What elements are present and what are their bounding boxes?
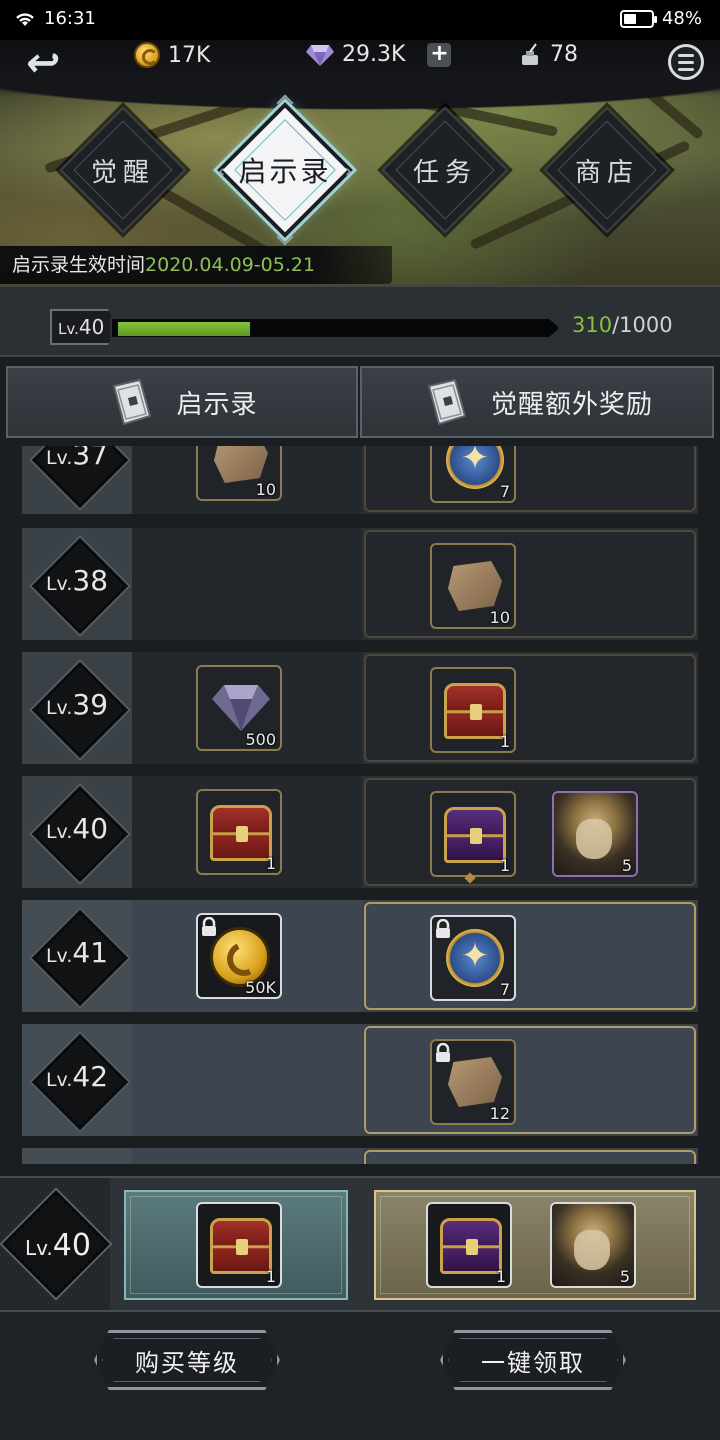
gold-coin-icon (134, 42, 160, 68)
row-level: Lv.38 (45, 564, 109, 597)
xp-text: 310/1000 (572, 313, 673, 337)
reward-item-scroll[interactable]: 12 (430, 1039, 516, 1125)
current-free-reward: 1 (124, 1190, 348, 1300)
current-reward-strip: Lv.40 1 1 5 (0, 1176, 720, 1312)
reward-row-lv41: Lv.41 50K 7 (22, 900, 698, 1012)
add-diamond-button[interactable]: + (427, 42, 452, 67)
diamond-icon (306, 43, 334, 67)
tab-bar: 觉醒 ‹ › 启示录 任务 商店 (0, 94, 720, 246)
purple-chest-icon (440, 1218, 502, 1274)
clock: 16:31 (44, 8, 96, 29)
ink-counter: 78 (518, 42, 578, 67)
premium-column-header: 觉醒额外奖励 (360, 366, 714, 438)
reward-item-hero[interactable]: 5 (550, 1202, 636, 1288)
reward-item-scroll[interactable]: 10 (430, 543, 516, 629)
reward-item-chest[interactable]: 1 (426, 1202, 512, 1288)
book-icon (113, 378, 152, 426)
compass-icon (446, 929, 504, 987)
row-level: Lv.41 (45, 936, 109, 969)
reward-item-scroll[interactable]: 10 (196, 446, 282, 501)
reward-item-compass[interactable]: 7 (430, 446, 516, 503)
reward-row-next (22, 1148, 698, 1164)
reward-item-gold[interactable]: 50K (196, 913, 282, 999)
scroll-icon (214, 446, 268, 483)
reward-item-chest[interactable]: 1 (196, 789, 282, 875)
validity-dates: 2020.04.09-05.21 (145, 254, 316, 276)
row-level: Lv.40 (45, 812, 109, 845)
tab-label: 任务 (412, 157, 477, 188)
current-premium-reward: 1 5 (374, 1190, 696, 1300)
lock-icon (436, 1043, 450, 1062)
free-column-header: 启示录 (6, 366, 358, 438)
reward-row-lv37: Lv.37 10 7 (22, 446, 698, 514)
red-chest-icon (210, 1218, 272, 1274)
row-level: Lv.42 (45, 1060, 109, 1093)
gold-amount: 17K (168, 42, 211, 68)
current-level-badge: Lv.40 (50, 309, 116, 345)
lock-icon (436, 919, 450, 938)
compass-icon (446, 446, 504, 489)
xp-bar (110, 317, 560, 339)
tab-awaken[interactable]: 觉醒 (48, 95, 198, 245)
battery-percent: 48% (661, 8, 702, 29)
scroll-icon (448, 1057, 502, 1107)
red-chest-icon (210, 805, 272, 861)
red-chest-icon (444, 683, 506, 739)
claim-all-button[interactable]: 一键领取 (440, 1330, 626, 1390)
premium-column-title: 觉醒额外奖励 (490, 389, 653, 420)
purple-chest-icon (444, 807, 506, 863)
event-validity: 启示录生效时间2020.04.09-05.21 (0, 246, 392, 284)
xp-bar-fill (118, 322, 251, 336)
battery-icon (619, 9, 657, 28)
reward-item-chest[interactable]: 1 (430, 791, 516, 877)
level-progress: Lv.40 310/1000 (0, 285, 720, 357)
xp-current: 310 (572, 313, 613, 337)
current-level: Lv.40 (25, 1228, 91, 1263)
reward-row-lv40: Lv.40 1 1 5 (22, 776, 698, 888)
reward-item-compass[interactable]: 7 (430, 915, 516, 1001)
diamond-amount: 29.3K (342, 42, 406, 67)
reward-item-chest[interactable]: 1 (196, 1202, 282, 1288)
scroll-icon (448, 561, 502, 611)
diamond-counter: 29.3K + (306, 42, 452, 67)
status-bar: 16:31 48% (0, 0, 720, 40)
tab-tasks[interactable]: 任务 (370, 95, 520, 245)
lock-icon (202, 917, 216, 936)
validity-label: 启示录生效时间 (12, 254, 146, 276)
tab-label: 启示录 (238, 155, 332, 188)
back-arrow-icon[interactable]: ↩ (16, 40, 70, 86)
free-column-title: 启示录 (176, 389, 258, 420)
xp-max: /1000 (612, 313, 673, 337)
footer: 购买等级 一键领取 (0, 1312, 720, 1440)
wifi-icon (16, 12, 34, 26)
gold-counter: 17K (134, 42, 210, 68)
reward-row-lv38: Lv.38 10 (22, 528, 698, 640)
ink-bottle-icon (522, 42, 538, 65)
reward-item-chest[interactable]: 1 (430, 667, 516, 753)
chevron-left-icon: ‹ (218, 161, 226, 182)
reward-list[interactable]: Lv.37 10 7 Lv.38 10 Lv.39 500 1 Lv (22, 446, 698, 1164)
book-icon (427, 378, 467, 426)
reward-item-hero[interactable]: 5 (552, 791, 638, 877)
tab-label: 觉醒 (90, 157, 155, 188)
tab-revelation[interactable]: ‹ › 启示录 (210, 94, 360, 246)
diamond-icon (212, 685, 270, 731)
ink-amount: 78 (550, 42, 578, 67)
tab-shop[interactable]: 商店 (532, 95, 682, 245)
chevron-right-icon: › (344, 161, 352, 182)
buy-level-button[interactable]: 购买等级 (94, 1330, 280, 1390)
row-level: Lv.37 (45, 446, 109, 471)
menu-button[interactable] (668, 44, 704, 80)
reward-row-lv39: Lv.39 500 1 (22, 652, 698, 764)
reward-row-lv42: Lv.42 12 (22, 1024, 698, 1136)
tab-label: 商店 (574, 157, 639, 188)
reward-item-diamond[interactable]: 500 (196, 665, 282, 751)
row-level: Lv.39 (45, 688, 109, 721)
